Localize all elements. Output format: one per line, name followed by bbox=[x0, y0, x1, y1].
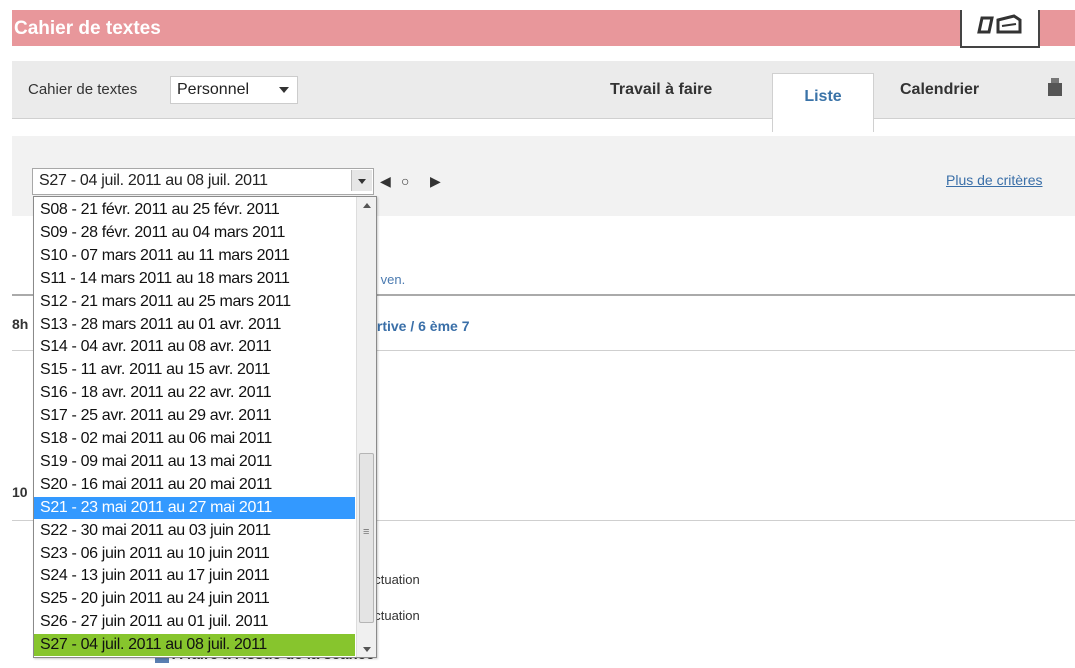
logo-icon bbox=[960, 10, 1040, 48]
week-option[interactable]: S19 - 09 mai 2011 au 13 mai 2011 bbox=[34, 451, 355, 473]
more-criteria-link[interactable]: Plus de critères bbox=[946, 172, 1042, 188]
tab-calendrier[interactable]: Calendrier bbox=[900, 61, 979, 118]
week-option[interactable]: S21 - 23 mai 2011 au 27 mai 2011 bbox=[34, 496, 355, 519]
slot-time: 10 bbox=[12, 484, 28, 500]
next-week-icon[interactable]: ▶ bbox=[430, 173, 441, 190]
slot-time: 8h bbox=[12, 316, 29, 332]
prev-week-icon[interactable]: ◀ bbox=[380, 173, 391, 190]
week-option[interactable]: S20 - 16 mai 2011 au 20 mai 2011 bbox=[34, 474, 355, 496]
week-option[interactable]: S22 - 30 mai 2011 au 03 juin 2011 bbox=[34, 520, 355, 542]
week-option[interactable]: S15 - 11 avr. 2011 au 15 avr. 2011 bbox=[34, 359, 355, 381]
tab-liste[interactable]: Liste bbox=[772, 73, 874, 132]
week-option[interactable]: S14 - 04 avr. 2011 au 08 avr. 2011 bbox=[34, 336, 355, 358]
cahier-select[interactable]: Personnel bbox=[170, 76, 298, 104]
cahier-label: Cahier de textes bbox=[28, 81, 138, 98]
chevron-down-icon bbox=[279, 87, 289, 93]
week-option[interactable]: S08 - 21 févr. 2011 au 25 févr. 2011 bbox=[34, 199, 355, 221]
scroll-down-icon[interactable] bbox=[357, 641, 376, 657]
week-option[interactable]: S11 - 14 mars 2011 au 18 mars 2011 bbox=[34, 268, 355, 290]
week-dropdown-list[interactable]: S08 - 21 févr. 2011 au 25 févr. 2011S09 … bbox=[33, 196, 377, 658]
week-option[interactable]: S10 - 07 mars 2011 au 11 mars 2011 bbox=[34, 245, 355, 267]
scrollbar[interactable] bbox=[356, 197, 376, 657]
print-icon[interactable] bbox=[1048, 78, 1062, 96]
tab-travail[interactable]: Travail à faire bbox=[610, 61, 712, 118]
toolbar: Cahier de textes Personnel Travail à fai… bbox=[12, 61, 1075, 132]
week-option[interactable]: S13 - 28 mars 2011 au 01 avr. 2011 bbox=[34, 314, 355, 336]
title-bar: Cahier de textes bbox=[12, 10, 1075, 48]
window-title: Cahier de textes bbox=[14, 18, 161, 39]
week-option[interactable]: S17 - 25 avr. 2011 au 29 avr. 2011 bbox=[34, 405, 355, 427]
week-option[interactable]: S26 - 27 juin 2011 au 01 juil. 2011 bbox=[34, 611, 355, 633]
scroll-up-icon[interactable] bbox=[357, 197, 376, 213]
cahier-select-value: Personnel bbox=[177, 81, 250, 98]
week-option[interactable]: S09 - 28 févr. 2011 au 04 mars 2011 bbox=[34, 222, 355, 244]
week-option[interactable]: S23 - 06 juin 2011 au 10 juin 2011 bbox=[34, 543, 355, 565]
week-option[interactable]: S18 - 02 mai 2011 au 06 mai 2011 bbox=[34, 428, 355, 450]
week-select-value: S27 - 04 juil. 2011 au 08 juil. 2011 bbox=[39, 172, 268, 189]
week-select-button[interactable] bbox=[351, 170, 372, 191]
scroll-thumb[interactable] bbox=[359, 453, 374, 623]
week-option[interactable]: S16 - 18 avr. 2011 au 22 avr. 2011 bbox=[34, 382, 355, 404]
week-option[interactable]: S24 - 13 juin 2011 au 17 juin 2011 bbox=[34, 565, 355, 587]
app-frame: Cahier de textes Cahier de textes Person… bbox=[12, 10, 1075, 668]
week-option[interactable]: S27 - 04 juil. 2011 au 08 juil. 2011 bbox=[34, 634, 355, 657]
week-select[interactable]: S27 - 04 juil. 2011 au 08 juil. 2011 bbox=[32, 168, 374, 195]
week-option[interactable]: S12 - 21 mars 2011 au 25 mars 2011 bbox=[34, 291, 355, 313]
week-option[interactable]: S25 - 20 juin 2011 au 24 juin 2011 bbox=[34, 588, 355, 610]
current-week-icon[interactable]: ○ bbox=[401, 173, 409, 189]
